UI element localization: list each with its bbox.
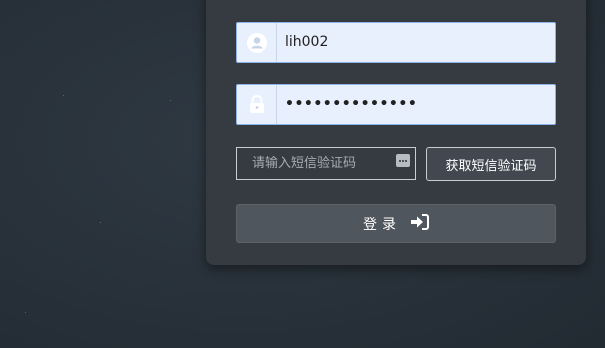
background-star — [63, 95, 64, 96]
lock-icon — [237, 85, 277, 124]
username-field[interactable]: lih002 — [236, 22, 556, 63]
background-star — [170, 100, 171, 101]
background-star — [100, 222, 101, 223]
password-value: •••••••••••••• — [285, 96, 418, 112]
password-field[interactable]: •••••••••••••• — [236, 84, 556, 125]
login-button[interactable]: 登录 — [236, 204, 556, 243]
get-sms-code-button[interactable]: 获取短信验证码 — [426, 147, 556, 181]
keyboard-dots-icon — [396, 154, 410, 167]
username-value: lih002 — [285, 34, 329, 50]
user-circle-icon — [237, 23, 277, 62]
sign-in-icon — [411, 213, 429, 234]
sms-code-input[interactable]: 请输入短信验证码 — [236, 147, 416, 180]
login-button-label: 登录 — [363, 216, 401, 233]
sms-code-placeholder: 请输入短信验证码 — [252, 156, 357, 171]
background-star — [25, 312, 26, 313]
